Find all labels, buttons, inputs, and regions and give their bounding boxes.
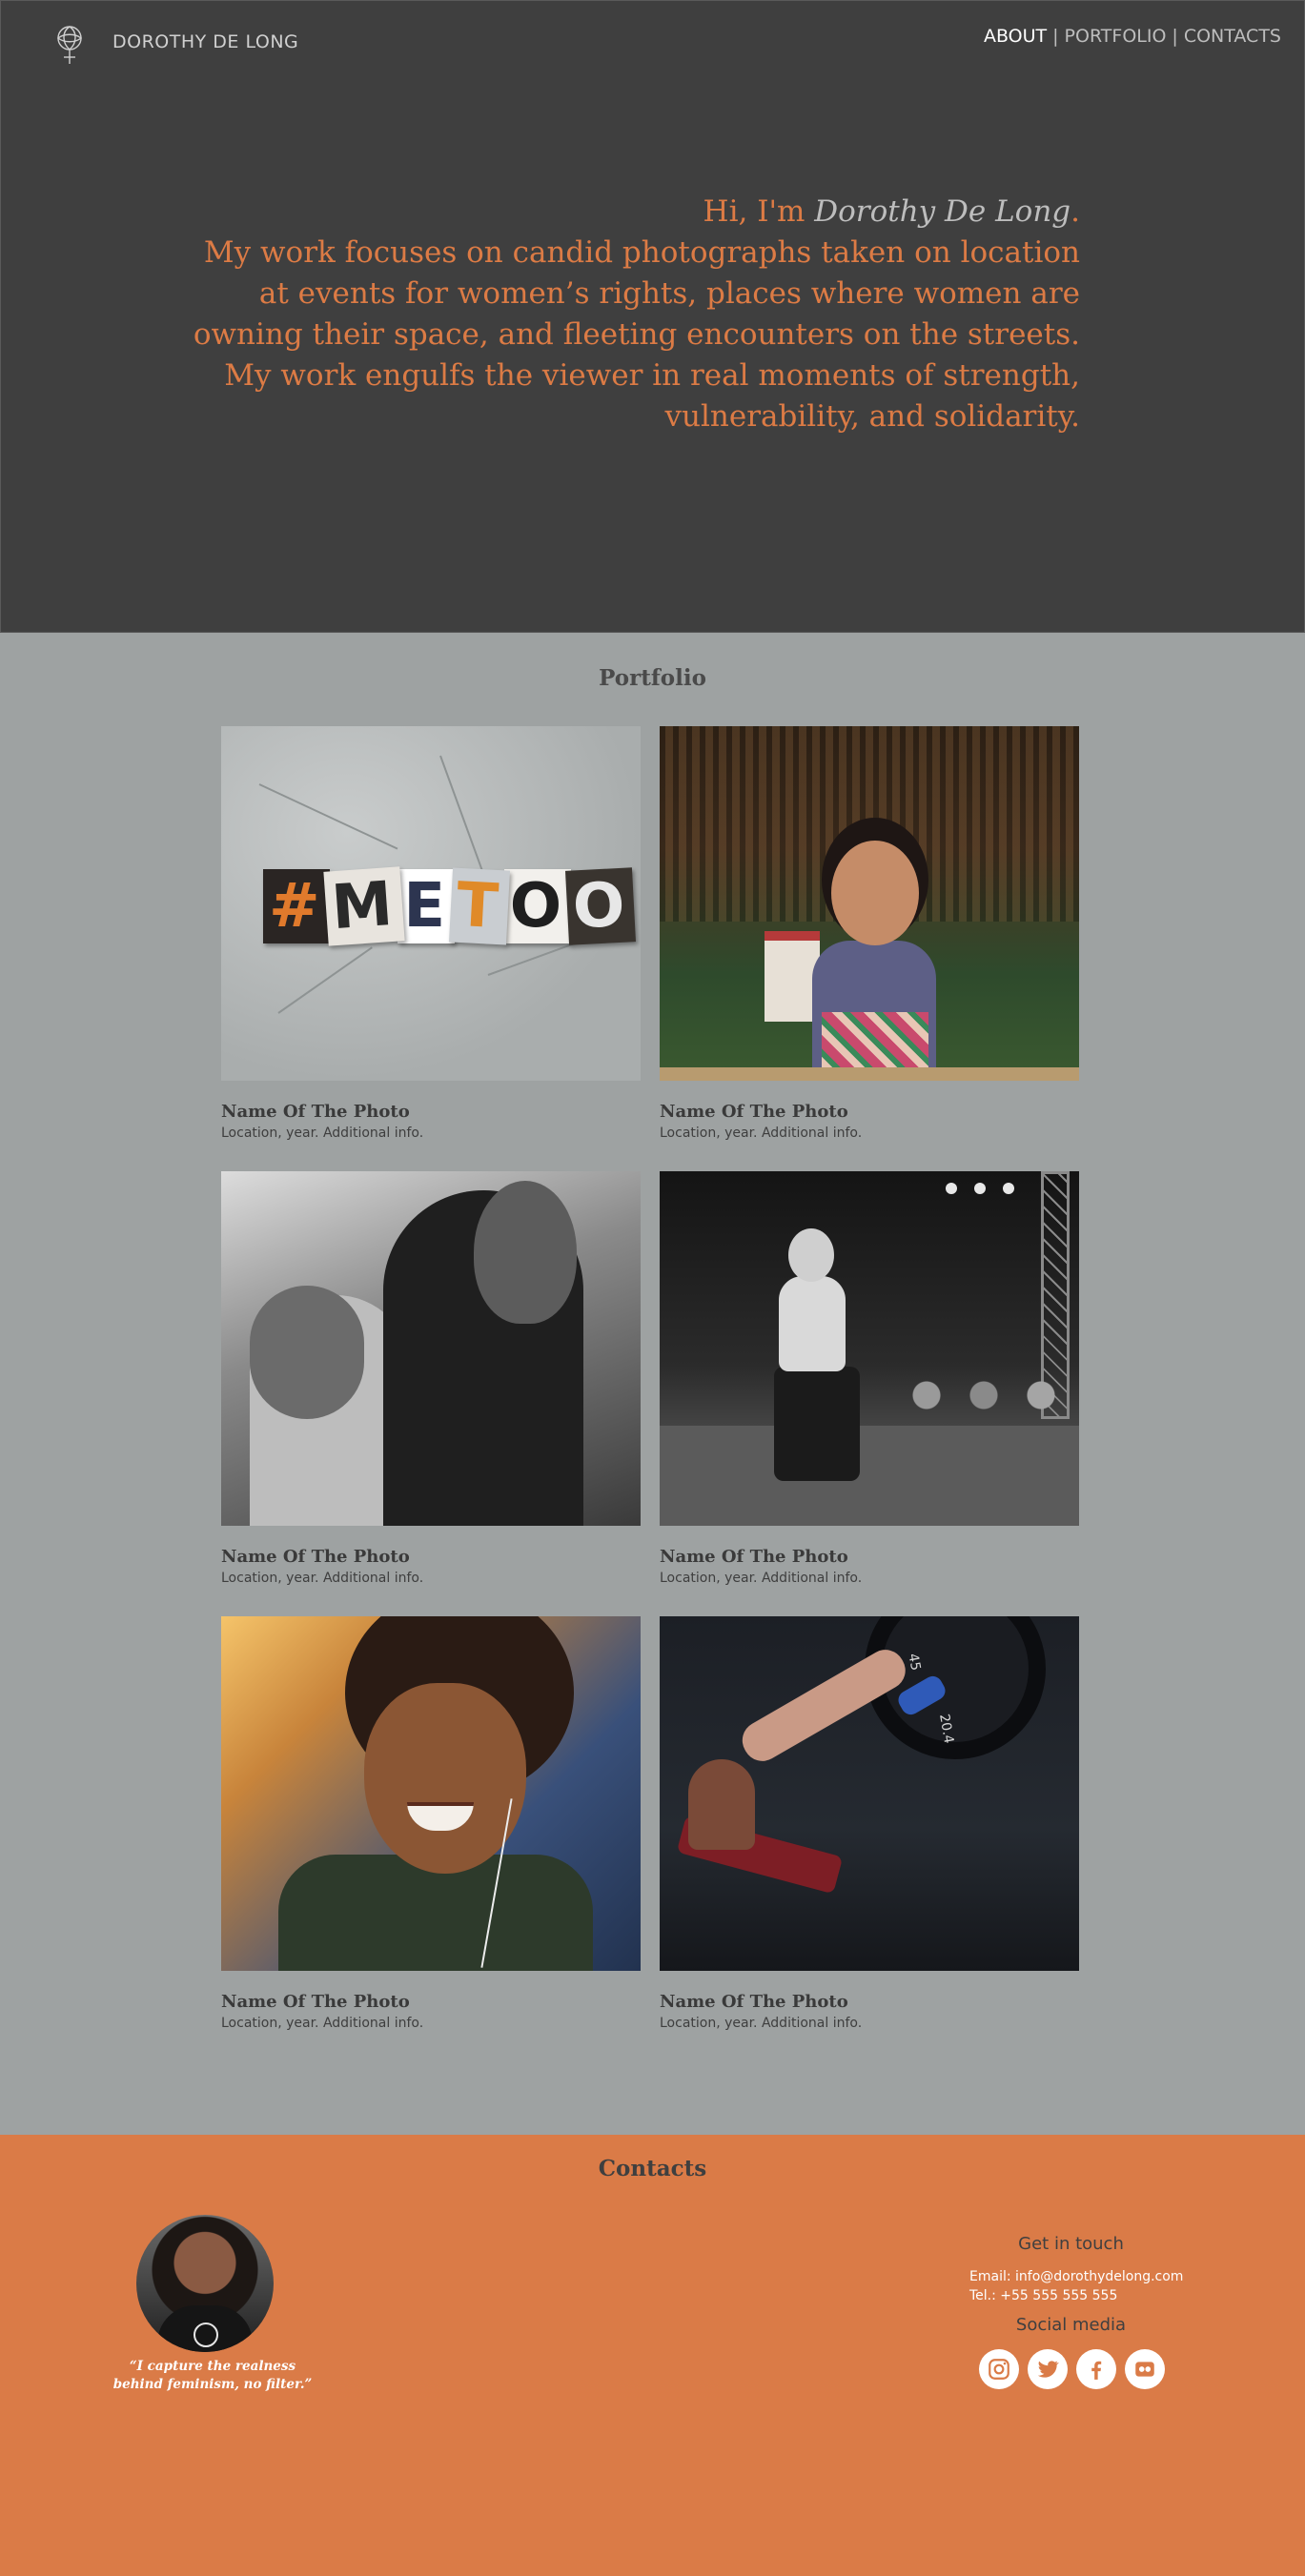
contacts-title: Contacts: [598, 2156, 707, 2181]
photo-subtitle: Location, year. Additional info.: [660, 1571, 863, 1586]
hero-section: DOROTHY DE LONG ABOUT | PORTFOLIO | CONTACTS…: [0, 0, 1305, 633]
photo-title: Name Of The Photo: [660, 1102, 848, 1122]
photo-title: Name Of The Photo: [660, 1992, 848, 2012]
greeting-suffix: .: [1071, 194, 1080, 229]
photo-subtitle: Location, year. Additional info.: [221, 2016, 424, 2031]
instagram-icon[interactable]: [979, 2349, 1019, 2389]
photo-subtitle: Location, year. Additional info.: [660, 2016, 863, 2031]
flickr-icon[interactable]: [1125, 2349, 1165, 2389]
nav-separator: |: [1172, 26, 1178, 47]
photo-letter: O: [503, 869, 572, 943]
photo-laughing-woman[interactable]: [221, 1616, 641, 1971]
photo-subtitle: Location, year. Additional info.: [660, 1126, 863, 1141]
intro-line: vulnerability, and solidarity.: [664, 399, 1080, 434]
quote-line: behind feminism, no filter.”: [112, 2377, 313, 2392]
quote-line: “I capture the realness: [129, 2359, 296, 2374]
facebook-icon[interactable]: [1076, 2349, 1116, 2389]
photo-title: Name Of The Photo: [221, 1992, 410, 2012]
get-in-touch-heading: Get in touch: [1018, 2234, 1124, 2254]
nav-portfolio[interactable]: PORTFOLIO: [1065, 26, 1167, 47]
intro-line: My work focuses on candid photographs ta…: [203, 235, 1080, 270]
logo-icon[interactable]: [52, 24, 87, 66]
photo-barber[interactable]: [221, 1171, 641, 1526]
social-links: [979, 2349, 1165, 2389]
nav-about[interactable]: ABOUT: [984, 26, 1047, 47]
intro-text: Hi, I'm Dorothy De Long. My work focuses…: [182, 192, 1080, 437]
nav-contacts[interactable]: CONTACTS: [1184, 26, 1281, 47]
intro-line: at events for women’s rights, places whe…: [258, 276, 1080, 311]
portfolio-card[interactable]: Name Of The Photo Location, year. Additi…: [221, 1171, 641, 1586]
photo-title: Name Of The Photo: [660, 1547, 848, 1567]
photo-subtitle: Location, year. Additional info.: [221, 1126, 424, 1141]
portfolio-card[interactable]: Name Of The Photo Location, year. Additi…: [221, 1616, 641, 2031]
contact-email[interactable]: Email: info@dorothydelong.com: [969, 2269, 1183, 2284]
greeting-prefix: Hi, I'm: [703, 194, 815, 229]
brand-name[interactable]: DOROTHY DE LONG: [112, 31, 298, 52]
avatar: [136, 2215, 274, 2352]
photo-stage-dancer[interactable]: [660, 1171, 1079, 1526]
portfolio-card[interactable]: Name Of The Photo Location, year. Additi…: [660, 1171, 1079, 1586]
social-media-heading: Social media: [1015, 2315, 1127, 2335]
plate-label: 45: [905, 1652, 924, 1673]
photo-title: Name Of The Photo: [221, 1547, 410, 1567]
twitter-icon[interactable]: [1028, 2349, 1068, 2389]
intro-line: owning their space, and fleeting encount…: [193, 317, 1080, 352]
intro-greeting: Hi, I'm Dorothy De Long.: [182, 192, 1080, 233]
contacts-section: Contacts “I capture the realness behind …: [0, 2135, 1305, 2576]
intro-line: My work engulfs the viewer in real momen…: [224, 358, 1080, 393]
portfolio-card[interactable]: Name Of The Photo Location, year. Additi…: [660, 726, 1079, 1141]
photo-letter: #: [263, 869, 330, 943]
photo-subtitle: Location, year. Additional info.: [221, 1571, 424, 1586]
photo-letter: T: [449, 867, 510, 945]
photo-gym-workout[interactable]: 20.4 45: [660, 1616, 1079, 1971]
contact-phone[interactable]: Tel.: +55 555 555 555: [969, 2288, 1117, 2303]
photo-metoo[interactable]: #METOO: [221, 726, 641, 1081]
main-nav: ABOUT | PORTFOLIO | CONTACTS: [984, 26, 1281, 47]
portfolio-title: Portfolio: [599, 665, 706, 691]
metoo-letters: #METOO: [263, 866, 637, 946]
photo-letter: M: [323, 866, 404, 946]
portfolio-card[interactable]: #METOO Name Of The Photo Location, year.…: [221, 726, 641, 1141]
photo-letter: O: [565, 867, 637, 945]
photo-smiling-girl[interactable]: [660, 726, 1079, 1081]
artist-name: Dorothy De Long: [814, 194, 1071, 229]
photo-letter: E: [398, 869, 456, 943]
photo-title: Name Of The Photo: [221, 1102, 410, 1122]
artist-quote: “I capture the realness behind feminism,…: [93, 2358, 332, 2394]
portfolio-card[interactable]: 20.4 45 Name Of The Photo Location, year…: [660, 1616, 1079, 2031]
nav-separator: |: [1052, 26, 1059, 47]
portfolio-section: Portfolio #METOO Name Of The Photo Locat…: [0, 633, 1305, 2135]
